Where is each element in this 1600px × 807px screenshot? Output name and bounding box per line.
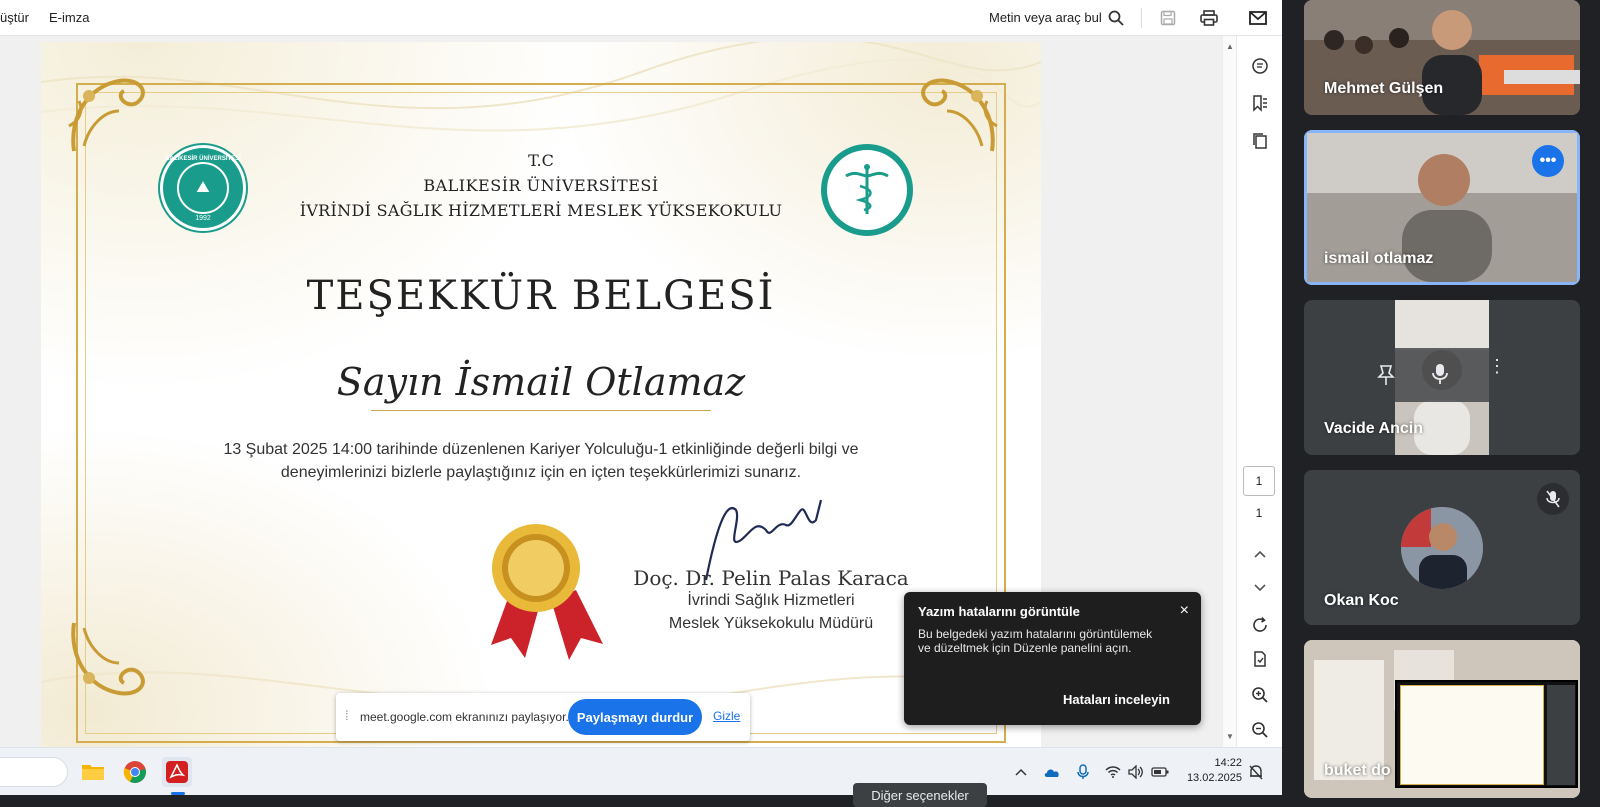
participant-tile-3[interactable]: ⋮ Vacide Ancin — [1304, 300, 1580, 455]
signer-title-2: Meslek Yüksekokulu Müdürü — [668, 615, 874, 632]
muted-mic-icon — [1537, 483, 1569, 515]
taskbar-search-box[interactable] — [0, 757, 68, 787]
participant-name-5: buket do — [1324, 762, 1391, 779]
cert-title: TEŞEKKÜR BELGESİ — [306, 273, 776, 319]
close-icon[interactable]: × — [1180, 602, 1189, 620]
clock-time: 14:22 — [1214, 757, 1242, 769]
next-page-icon[interactable] — [1248, 576, 1272, 600]
more-options-tooltip: Diğer seçenekler — [853, 783, 987, 807]
share-message: meet.google.com ekranınızı paylaşıyor. — [360, 710, 569, 724]
prev-page-icon[interactable] — [1248, 542, 1272, 566]
avatar — [1401, 507, 1483, 589]
taskbar-clock[interactable]: 14:22 13.02.2025 — [1180, 756, 1242, 786]
participant-tile-2[interactable]: ••• ismail otlamaz — [1304, 130, 1580, 285]
save-icon[interactable] — [1157, 7, 1179, 29]
cert-body-line-2: deneyimlerinizi bizlerle paylaştığınız i… — [280, 464, 802, 481]
scroll-up-icon[interactable]: ▲ — [1226, 42, 1234, 51]
bookmark-icon[interactable] — [1248, 91, 1272, 115]
screen-share-bar: ⁞ meet.google.com ekranınızı paylaşıyor.… — [336, 693, 750, 741]
preview-tiles — [1547, 685, 1575, 785]
battery-icon[interactable] — [1151, 763, 1169, 781]
hide-link[interactable]: Gizle — [713, 709, 740, 723]
certificate-page: ⛰ BALIKESİR ÜNİVERSİTESİ 1992 T.C BALIKE… — [41, 42, 1041, 747]
pin-icon[interactable] — [1376, 364, 1396, 391]
review-errors-button[interactable]: Hataları inceleyin — [1063, 692, 1170, 707]
self-view-preview — [1395, 680, 1578, 788]
zoom-in-icon[interactable] — [1248, 683, 1272, 707]
toolbar-esign-item[interactable]: E-imza — [49, 10, 89, 25]
drag-handle-icon[interactable]: ⁞ — [345, 708, 349, 723]
toolbar-separator — [1141, 8, 1142, 28]
award-medal-icon — [491, 524, 603, 660]
signer-name: Doç. Dr. Pelin Palas Karaca — [633, 566, 909, 590]
zoom-out-icon[interactable] — [1248, 718, 1272, 742]
preview-certificate — [1400, 685, 1544, 785]
participant-name-1: Mehmet Gülşen — [1324, 80, 1444, 97]
stop-sharing-button[interactable]: Paylaşmayı durdur — [568, 699, 702, 735]
rotate-icon[interactable] — [1248, 613, 1272, 637]
current-page-input[interactable]: 1 — [1243, 466, 1275, 496]
cert-school: İVRİNDİ SAĞLIK HİZMETLERİ MESLEK YÜKSEKO… — [299, 201, 783, 220]
popup-body: Bu belgedeki yazım hatalarını görüntülem… — [918, 627, 1153, 655]
signer-title-1: İvrindi Sağlık Hizmetleri — [687, 592, 855, 609]
volume-icon[interactable] — [1127, 763, 1145, 781]
corner-ornament-bottom-left — [71, 622, 145, 696]
participant-tile-5[interactable]: buket do — [1304, 640, 1580, 798]
onedrive-icon[interactable] — [1043, 763, 1061, 781]
participant-name-2: ismail otlamaz — [1324, 250, 1434, 267]
participant-tile-1[interactable]: Mehmet Gülşen — [1304, 0, 1580, 115]
microphone-icon[interactable] — [1074, 763, 1092, 781]
page-export-icon[interactable] — [1248, 647, 1272, 671]
find-text-label[interactable]: Metin veya araç bul — [989, 10, 1102, 25]
comment-icon[interactable] — [1248, 54, 1272, 78]
total-pages: 1 — [1255, 506, 1263, 520]
notification-bell-icon[interactable] — [1247, 763, 1265, 781]
popup-title: Yazım hatalarını görüntüle — [918, 604, 1080, 619]
acrobat-icon[interactable] — [162, 757, 192, 787]
kebab-menu-icon[interactable]: ⋮ — [1488, 357, 1506, 375]
cert-tc: T.C — [528, 151, 554, 170]
copy-pages-icon[interactable] — [1248, 129, 1272, 153]
chrome-icon[interactable] — [120, 757, 150, 787]
file-explorer-icon[interactable] — [78, 757, 108, 787]
participant-tile-4[interactable]: Okan Koc — [1304, 470, 1580, 625]
scroll-down-icon[interactable]: ▼ — [1226, 732, 1234, 741]
search-icon[interactable] — [1105, 7, 1127, 29]
windows-taskbar: 14:22 13.02.2025 — [0, 747, 1282, 795]
screen: üştür E-imza Metin veya araç bul ⛰ BALIK… — [0, 0, 1282, 795]
participant-name-3: Vacide Ancin — [1324, 420, 1423, 437]
clock-date: 13.02.2025 — [1186, 772, 1242, 784]
pdf-toolbar: üştür E-imza Metin veya araç bul — [0, 0, 1282, 36]
mail-icon[interactable] — [1247, 7, 1269, 29]
print-icon[interactable] — [1198, 7, 1220, 29]
toolbar-convert-item[interactable]: üştür — [0, 10, 29, 25]
active-app-indicator — [171, 792, 185, 795]
spellcheck-popup: Yazım hatalarını görüntüle Bu belgedeki … — [904, 592, 1201, 725]
tile-hover-controls: ⋮ — [1360, 348, 1524, 402]
cert-body-line-1: 13 Şubat 2025 14:00 tarihinde düzenlenen… — [223, 441, 859, 458]
more-options-icon[interactable]: ••• — [1532, 145, 1564, 177]
wifi-icon[interactable] — [1104, 763, 1122, 781]
cert-university: BALIKESİR ÜNİVERSİTESİ — [423, 176, 659, 195]
chevron-up-icon[interactable] — [1012, 763, 1030, 781]
recipient-underline — [371, 410, 711, 411]
vertical-scrollbar[interactable]: ▲ ▼ — [1222, 36, 1236, 747]
cert-recipient: Sayın İsmail Otlamaz — [336, 360, 746, 404]
participant-name-4: Okan Koc — [1324, 592, 1399, 609]
microphone-tile-icon[interactable] — [1432, 363, 1448, 390]
